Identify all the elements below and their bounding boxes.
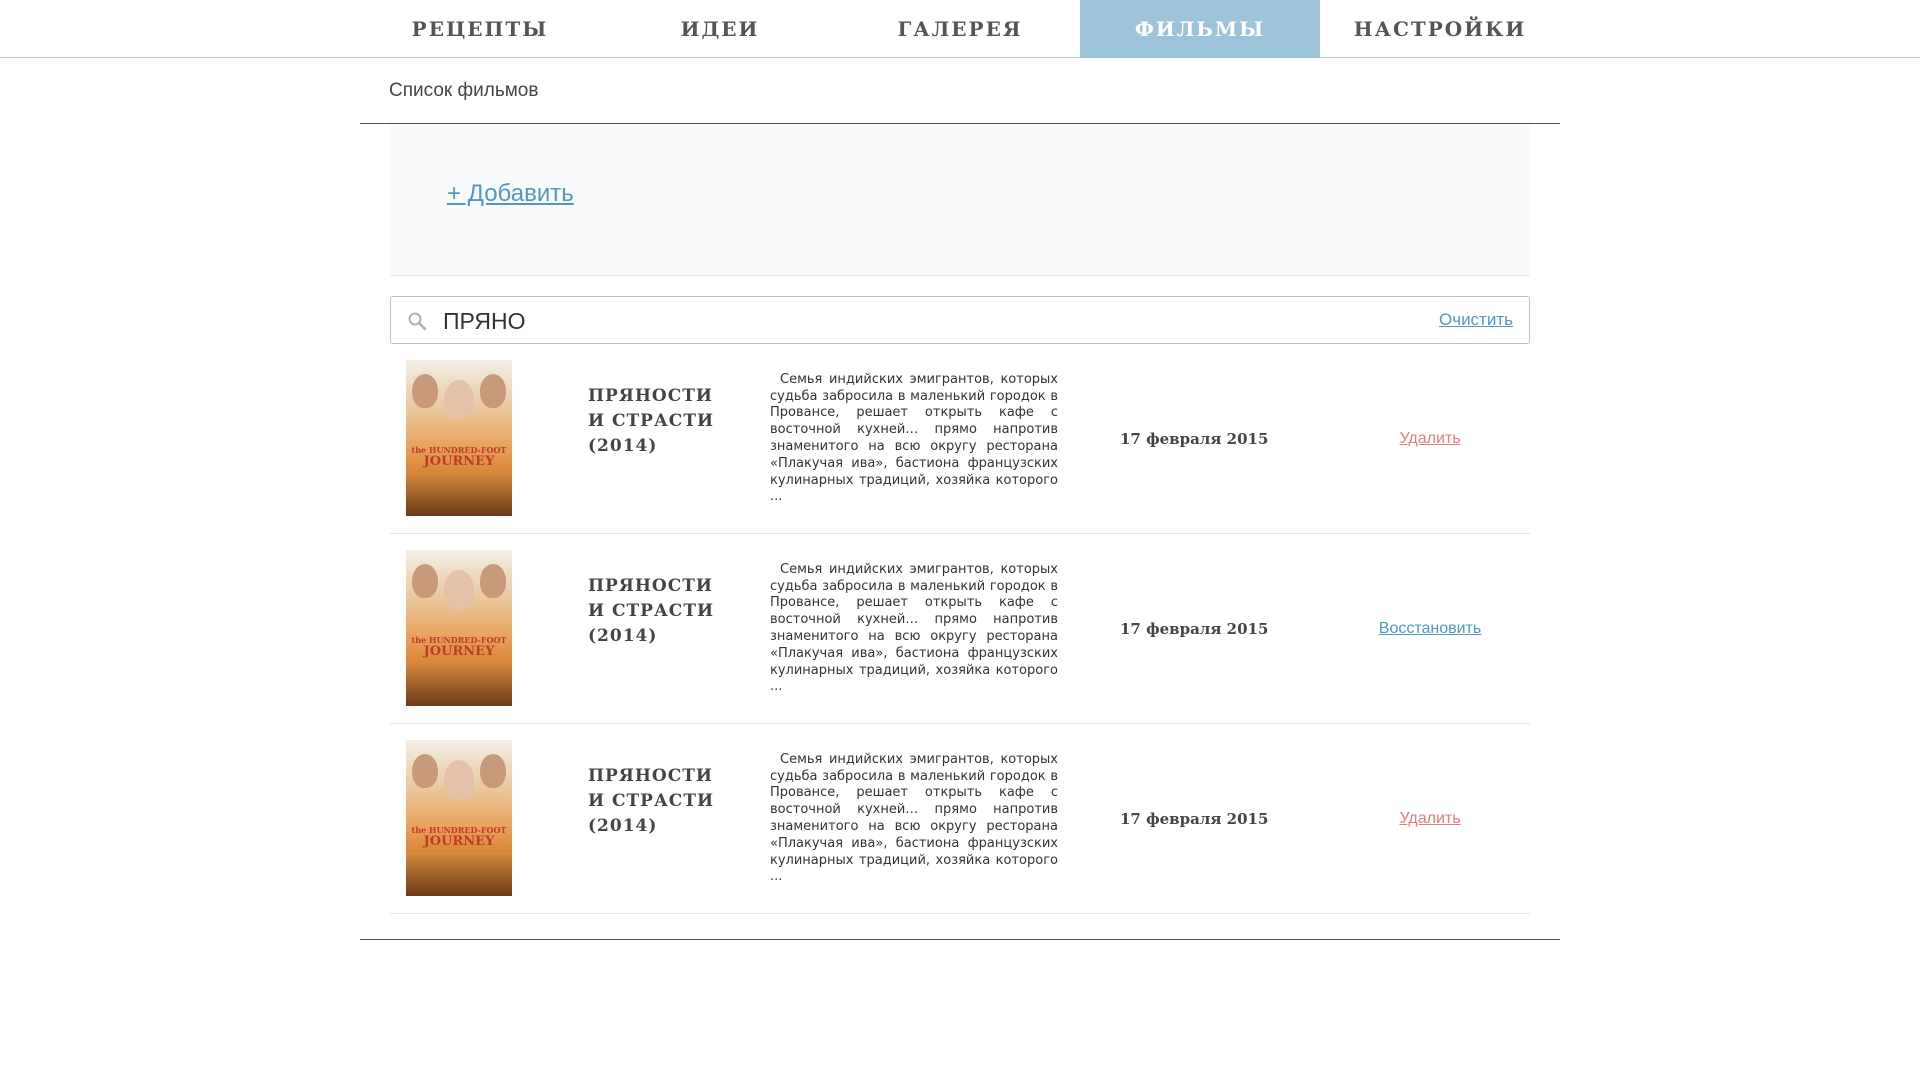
restore-button[interactable]: Восстановить (1330, 534, 1530, 724)
page-header: Список фильмов (360, 58, 1560, 124)
top-nav: РЕЦЕПТЫ ИДЕИ ГАЛЕРЕЯ ФИЛЬМЫ НАСТРОЙКИ (0, 0, 1920, 58)
tab-gallery[interactable]: ГАЛЕРЕЯ (840, 0, 1080, 58)
delete-button[interactable]: Удалить (1330, 724, 1530, 914)
movie-title: ПРЯНОСТИ И СТРАСТИ (2014) (588, 576, 715, 646)
movie-description: Семья индийских эмигрантов, которых судь… (770, 561, 1058, 695)
tab-recipes[interactable]: РЕЦЕПТЫ (360, 0, 600, 58)
movie-date: 17 февраля 2015 (1120, 430, 1269, 448)
delete-button[interactable]: Удалить (1330, 344, 1530, 534)
clear-search-button[interactable]: Очистить (1439, 310, 1513, 330)
add-button[interactable]: + Добавить (447, 180, 574, 208)
content-inner: + Добавить Очистить the HUNDRED-FOOT JOU… (390, 124, 1530, 914)
movie-row: the HUNDRED-FOOT JOURNEY ПРЯНОСТИ И СТРА… (390, 724, 1530, 914)
movie-date: 17 февраля 2015 (1120, 810, 1269, 828)
poster-title: the HUNDRED-FOOT JOURNEY (411, 825, 507, 849)
movie-row: the HUNDRED-FOOT JOURNEY ПРЯНОСТИ И СТРА… (390, 534, 1530, 724)
main-content: Список фильмов + Добавить Очистить the H… (360, 58, 1560, 914)
movie-list: the HUNDRED-FOOT JOURNEY ПРЯНОСТИ И СТРА… (390, 344, 1530, 914)
poster-image[interactable]: the HUNDRED-FOOT JOURNEY (406, 550, 512, 706)
movie-row: the HUNDRED-FOOT JOURNEY ПРЯНОСТИ И СТРА… (390, 344, 1530, 534)
add-panel: + Добавить (390, 124, 1530, 276)
poster-title: the HUNDRED-FOOT JOURNEY (411, 635, 507, 659)
movie-description: Семья индийских эмигрантов, которых судь… (770, 751, 1058, 885)
movie-date: 17 февраля 2015 (1120, 620, 1269, 638)
poster-title: the HUNDRED-FOOT JOURNEY (411, 445, 507, 469)
movie-description: Семья индийских эмигрантов, которых судь… (770, 371, 1058, 505)
search-bar: Очистить (390, 296, 1530, 344)
movie-title: ПРЯНОСТИ И СТРАСТИ (2014) (588, 386, 715, 456)
search-icon (408, 312, 427, 331)
footer-divider (360, 939, 1560, 940)
search-input[interactable] (441, 303, 1405, 339)
nav-tabs: РЕЦЕПТЫ ИДЕИ ГАЛЕРЕЯ ФИЛЬМЫ НАСТРОЙКИ (360, 0, 1560, 58)
poster-image[interactable]: the HUNDRED-FOOT JOURNEY (406, 360, 512, 516)
tab-movies[interactable]: ФИЛЬМЫ (1080, 0, 1320, 58)
movie-title: ПРЯНОСТИ И СТРАСТИ (2014) (588, 766, 715, 836)
page-title: Список фильмов (389, 79, 539, 101)
tab-ideas[interactable]: ИДЕИ (600, 0, 840, 58)
tab-settings[interactable]: НАСТРОЙКИ (1320, 0, 1560, 58)
poster-image[interactable]: the HUNDRED-FOOT JOURNEY (406, 740, 512, 896)
